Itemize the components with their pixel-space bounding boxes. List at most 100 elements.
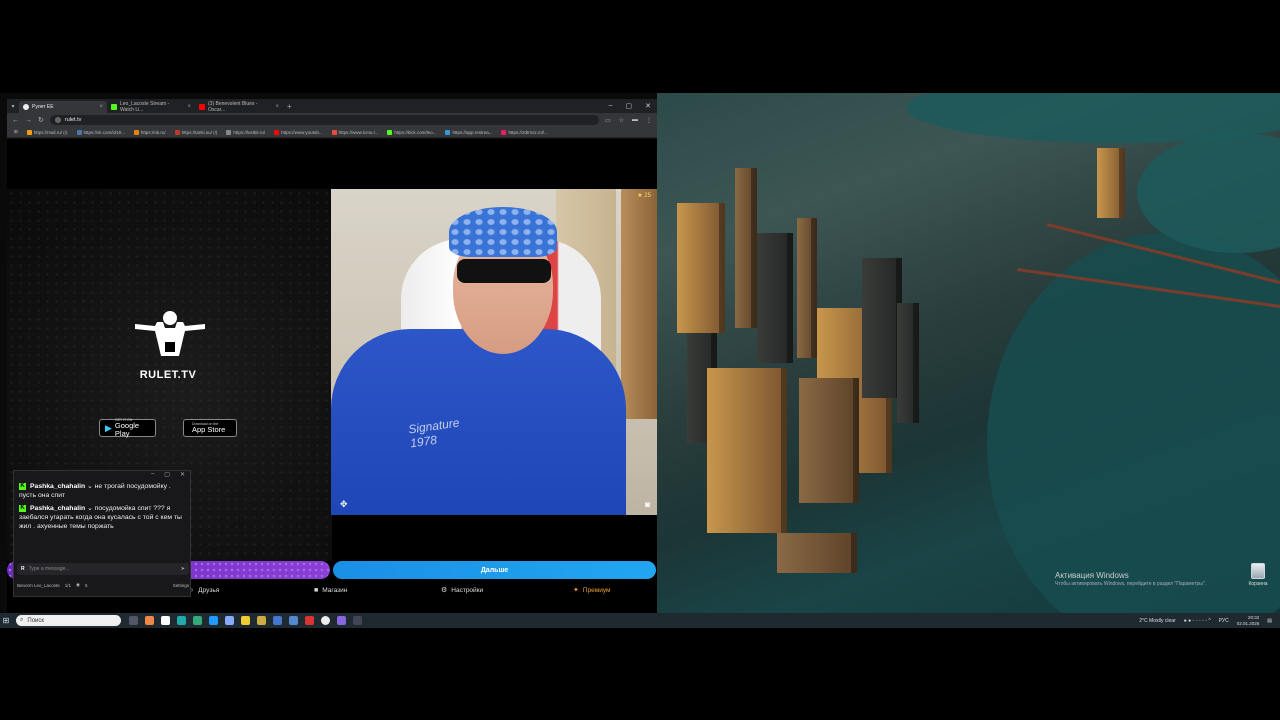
eye-icon: ◉: [76, 582, 80, 587]
toolbar: ← → ↻ rulet.tv ▭ ☆ ▬ ⋮: [7, 113, 657, 127]
app-icon[interactable]: [273, 616, 282, 625]
send-icon[interactable]: ➤: [181, 566, 185, 572]
premium-icon: ✦: [573, 587, 579, 594]
tab-label: (3) Benevolent Blues - Oscar...: [208, 101, 258, 113]
close-window-button[interactable]: ✕: [645, 102, 651, 110]
chat-input[interactable]: R Type a message... ➤: [17, 563, 189, 575]
apps-icon[interactable]: ⊞: [11, 129, 21, 135]
xbox-icon[interactable]: [193, 616, 202, 625]
search-icon: ⌕: [20, 617, 24, 623]
app-icon[interactable]: [353, 616, 362, 625]
tab-kick-stream[interactable]: Leo_Lacoste Stream - Watch Li... ×: [107, 101, 195, 113]
weather-widget[interactable]: 2°C Mostly clear: [1139, 618, 1175, 624]
tab-close-icon[interactable]: ×: [275, 104, 279, 110]
rating-badge: ★ 25: [637, 193, 651, 199]
system-tray: 2°C Mostly clear ● ● ◦ ◦ ◦ ◦ ◦ ^ РУС 20:…: [1139, 615, 1280, 626]
url-text: rulet.tv: [64, 117, 82, 123]
steam-icon[interactable]: [225, 616, 234, 625]
tab-strip: ▾ Рулет ЕЕ × Leo_Lacoste Stream - Watch …: [7, 99, 657, 113]
explorer-icon[interactable]: [241, 616, 250, 625]
app-icon[interactable]: [305, 616, 314, 625]
bookmark-item[interactable]: https://app.restrea...: [442, 129, 495, 135]
youtube-icon: [199, 104, 205, 110]
start-button[interactable]: ⊞: [0, 616, 12, 625]
watermark-title: Активация Windows: [1055, 571, 1129, 580]
taskbar-search[interactable]: ⌕ Поиск: [16, 615, 121, 626]
stream-chat-window: – ▢ ✕ K Pashka_chahalin ⌄ не трогай посуд…: [13, 470, 191, 597]
terminal-icon[interactable]: [161, 616, 170, 625]
bookmark-item[interactable]: https://lostbit.ru/: [223, 129, 268, 135]
next-button[interactable]: Дальше: [333, 561, 656, 579]
chrome-icon: [23, 104, 29, 110]
telegram-icon[interactable]: [209, 616, 218, 625]
bookmark-item[interactable]: https://vk.com/id19...: [74, 129, 128, 135]
tab-label: Рулет ЕЕ: [32, 104, 54, 110]
tab-close-icon[interactable]: ×: [187, 104, 191, 110]
back-icon[interactable]: ←: [12, 117, 19, 124]
chat-username[interactable]: Pashka_chahalin: [30, 483, 85, 490]
camera-switch-icon[interactable]: ◙: [645, 500, 650, 509]
chat-username[interactable]: Pashka_chahalin: [30, 505, 85, 512]
google-play-icon: ▶: [105, 422, 112, 433]
folder-icon[interactable]: [257, 616, 266, 625]
app-icon[interactable]: [289, 616, 298, 625]
bookmark-star-icon[interactable]: ☆: [619, 117, 624, 124]
kick-icon: [111, 104, 117, 110]
shop-icon: ■: [314, 586, 319, 594]
address-bar[interactable]: rulet.tv: [49, 115, 599, 125]
edge-icon[interactable]: [177, 616, 186, 625]
obs-icon[interactable]: [337, 616, 346, 625]
kick-badge-icon: K: [19, 482, 26, 490]
forward-icon[interactable]: →: [25, 117, 32, 124]
tab-search-icon[interactable]: ▾: [7, 103, 19, 110]
chrome-icon[interactable]: [321, 616, 330, 625]
rulet-logo-icon: [135, 311, 205, 356]
chat-input-placeholder: Type a message...: [28, 566, 70, 572]
app-store-button[interactable]: Download on the App Store: [183, 419, 237, 437]
chat-close-button[interactable]: ✕: [180, 471, 185, 480]
screenshot-icon[interactable]: ▭: [605, 117, 611, 124]
clock[interactable]: 20:32 02.01.2026: [1237, 615, 1260, 626]
new-tab-button[interactable]: +: [287, 102, 292, 111]
nav-premium[interactable]: ✦ Премиум: [573, 586, 611, 595]
tab-close-icon[interactable]: ×: [99, 104, 103, 110]
desktop-wallpaper: [657, 93, 1280, 613]
tab-label: Leo_Lacoste Stream - Watch Li...: [120, 101, 170, 113]
tab-rulet[interactable]: Рулет ЕЕ ×: [19, 101, 107, 113]
nav-shop[interactable]: ■ Магазин: [314, 587, 347, 594]
bookmark-item[interactable]: https://www.lcmu.l...: [329, 129, 382, 135]
site-info-icon[interactable]: [54, 117, 61, 123]
bookmark-item[interactable]: https://www.youtub...: [271, 129, 326, 135]
bookmark-item[interactable]: https://2dtrnsz.ml/...: [498, 129, 550, 135]
chat-settings[interactable]: Settings: [173, 583, 189, 588]
bookmark-item[interactable]: https://kick.com/leo...: [384, 129, 439, 135]
watermark-subtitle: Чтобы активировать Windows, перейдите в …: [1055, 581, 1207, 587]
task-view-icon[interactable]: [129, 616, 138, 625]
window-controls: – ▢ ✕: [609, 102, 657, 110]
tray-icons[interactable]: ● ● ◦ ◦ ◦ ◦ ◦ ^: [1184, 618, 1211, 624]
google-play-button[interactable]: ▶ GET IT ON Google Play: [99, 418, 156, 438]
language-indicator[interactable]: РУС: [1219, 618, 1229, 624]
nav-friends[interactable]: ☺ Друзья: [187, 587, 219, 594]
nav-settings[interactable]: ⚙ Настройки: [441, 586, 483, 595]
tab-youtube[interactable]: (3) Benevolent Blues - Oscar... ×: [195, 101, 283, 113]
chat-window-controls: – ▢ ✕: [14, 471, 190, 480]
maximize-button[interactable]: ▢: [626, 102, 633, 110]
minimize-button[interactable]: –: [609, 102, 613, 110]
recycle-bin-label: Корзина: [1248, 581, 1268, 587]
app-icon[interactable]: [145, 616, 154, 625]
chat-minimize-button[interactable]: –: [151, 471, 154, 480]
reload-icon[interactable]: ↻: [38, 116, 44, 124]
chat-message: K Pashka_chahalin ⌄ посудомойка спит ??? …: [19, 504, 182, 530]
user-badge-icon: R: [21, 566, 25, 572]
menu-icon[interactable]: ⋮: [646, 117, 652, 124]
chat-channel: Benorm Leo_Lacoste: [17, 582, 60, 588]
recycle-bin-shortcut[interactable]: Корзина: [1246, 563, 1270, 587]
bookmark-item[interactable]: https://ok.ru/: [131, 129, 169, 135]
move-icon[interactable]: ✥: [340, 499, 350, 509]
notifications-icon[interactable]: ▤: [1267, 618, 1272, 624]
bookmark-item[interactable]: https://tanki.su/ (!): [172, 129, 221, 135]
extensions-icon[interactable]: ▬: [632, 117, 638, 124]
bookmark-item[interactable]: https://mail.ru/ (!): [24, 129, 71, 135]
chat-maximize-button[interactable]: ▢: [164, 471, 170, 480]
